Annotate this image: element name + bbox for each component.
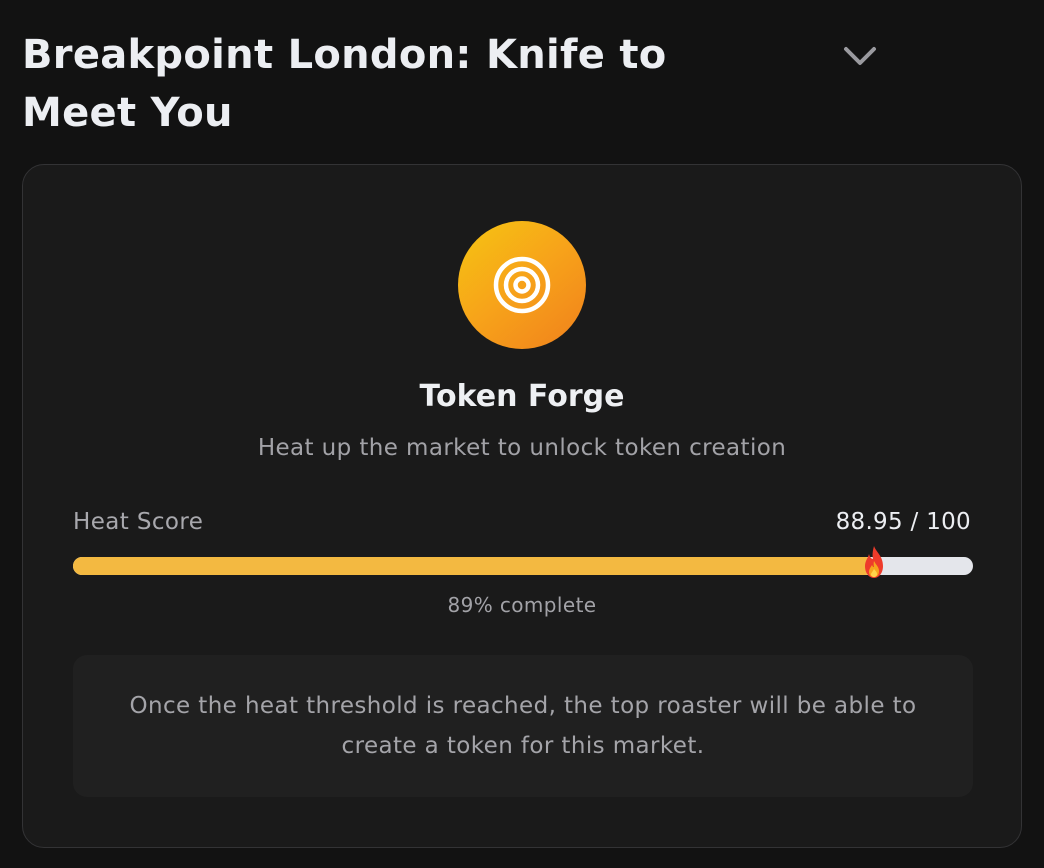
heat-score-label: Heat Score	[73, 509, 204, 535]
chevron-down-icon[interactable]	[838, 34, 882, 78]
token-forge-title: Token Forge	[419, 379, 625, 414]
info-note-text: Once the heat threshold is reached, the …	[129, 693, 917, 759]
heat-progress-fill	[73, 557, 874, 575]
flame-icon	[861, 545, 887, 579]
market-header: Breakpoint London: Knife to Meet You	[22, 22, 1022, 142]
token-forge-card: Token Forge Heat up the market to unlock…	[22, 164, 1022, 848]
token-forge-subtitle: Heat up the market to unlock token creat…	[257, 435, 787, 461]
heat-percent-complete: 89% complete	[447, 593, 597, 617]
market-title: Breakpoint London: Knife to Meet You	[22, 32, 667, 136]
info-note: Once the heat threshold is reached, the …	[73, 655, 973, 797]
token-forge-badge	[458, 221, 586, 349]
heat-progress-bar	[73, 546, 973, 578]
target-icon	[493, 256, 551, 314]
heat-score-value: 88.95 / 100	[835, 509, 971, 535]
